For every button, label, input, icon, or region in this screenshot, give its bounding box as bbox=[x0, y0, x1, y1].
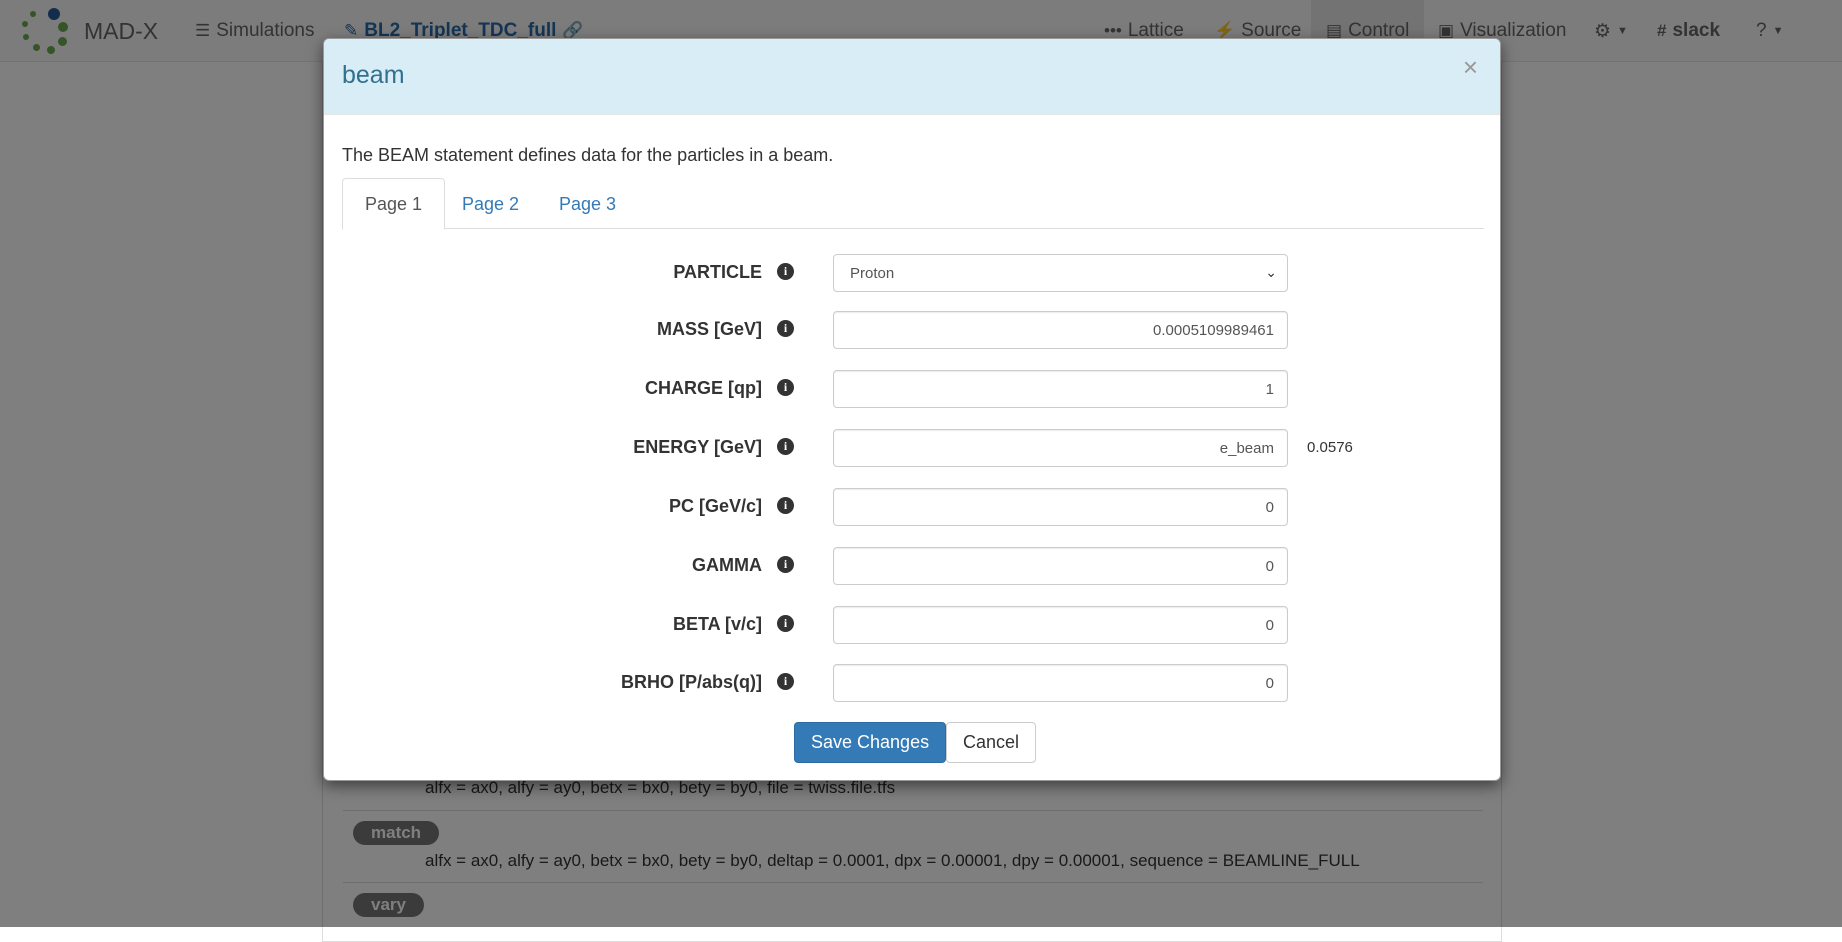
close-icon[interactable]: × bbox=[1457, 53, 1484, 81]
info-icon[interactable]: i bbox=[777, 673, 794, 690]
field-label: BETA [v/c] bbox=[672, 614, 762, 634]
info-icon[interactable]: i bbox=[777, 379, 794, 396]
field-particle: PARTICLE i Proton ⌄ bbox=[324, 254, 1500, 292]
energy-evaluated-value: 0.0576 bbox=[1307, 439, 1353, 456]
field-label: BRHO [P/abs(q)] bbox=[621, 672, 762, 692]
beta-input[interactable] bbox=[833, 606, 1288, 644]
field-gamma: GAMMA i bbox=[324, 547, 1500, 585]
info-icon[interactable]: i bbox=[777, 556, 794, 573]
save-changes-button[interactable]: Save Changes bbox=[794, 722, 947, 763]
charge-input[interactable] bbox=[833, 370, 1288, 408]
field-label: PARTICLE bbox=[673, 262, 762, 282]
field-brho: BRHO [P/abs(q)] i bbox=[324, 664, 1500, 702]
particle-select[interactable]: Proton ⌄ bbox=[833, 254, 1288, 292]
field-label: CHARGE [qp] bbox=[645, 378, 762, 398]
field-beta: BETA [v/c] i bbox=[324, 606, 1500, 644]
modal-header: beam × bbox=[324, 39, 1500, 115]
brho-input[interactable] bbox=[833, 664, 1288, 702]
field-pc: PC [GeV/c] i bbox=[324, 488, 1500, 526]
field-label: PC [GeV/c] bbox=[668, 496, 762, 516]
particle-select-value: Proton bbox=[850, 264, 895, 282]
field-label: GAMMA bbox=[692, 555, 762, 575]
info-icon[interactable]: i bbox=[777, 263, 794, 280]
beam-modal: beam × The BEAM statement defines data f… bbox=[323, 38, 1501, 781]
modal-description: The BEAM statement defines data for the … bbox=[342, 145, 834, 165]
tab-page-2[interactable]: Page 2 bbox=[440, 178, 541, 230]
info-icon[interactable]: i bbox=[777, 320, 794, 337]
info-icon[interactable]: i bbox=[777, 615, 794, 632]
chevron-down-icon: ⌄ bbox=[1265, 264, 1277, 280]
cancel-button[interactable]: Cancel bbox=[946, 722, 1037, 763]
info-icon[interactable]: i bbox=[777, 438, 794, 455]
gamma-input[interactable] bbox=[833, 547, 1288, 585]
tab-page-1[interactable]: Page 1 bbox=[342, 178, 446, 230]
field-label: ENERGY [GeV] bbox=[633, 437, 762, 457]
mass-input[interactable] bbox=[833, 311, 1288, 349]
tab-page-3[interactable]: Page 3 bbox=[537, 178, 638, 230]
field-energy: ENERGY [GeV] i 0.0576 bbox=[324, 429, 1500, 467]
info-icon[interactable]: i bbox=[777, 497, 794, 514]
modal-tabs: Page 1 Page 2 Page 3 bbox=[342, 178, 1484, 230]
field-mass: MASS [GeV] i bbox=[324, 311, 1500, 349]
energy-input[interactable] bbox=[833, 429, 1288, 467]
modal-title: beam bbox=[342, 61, 405, 89]
pc-input[interactable] bbox=[833, 488, 1288, 526]
field-label: MASS [GeV] bbox=[656, 319, 762, 339]
field-charge: CHARGE [qp] i bbox=[324, 370, 1500, 408]
